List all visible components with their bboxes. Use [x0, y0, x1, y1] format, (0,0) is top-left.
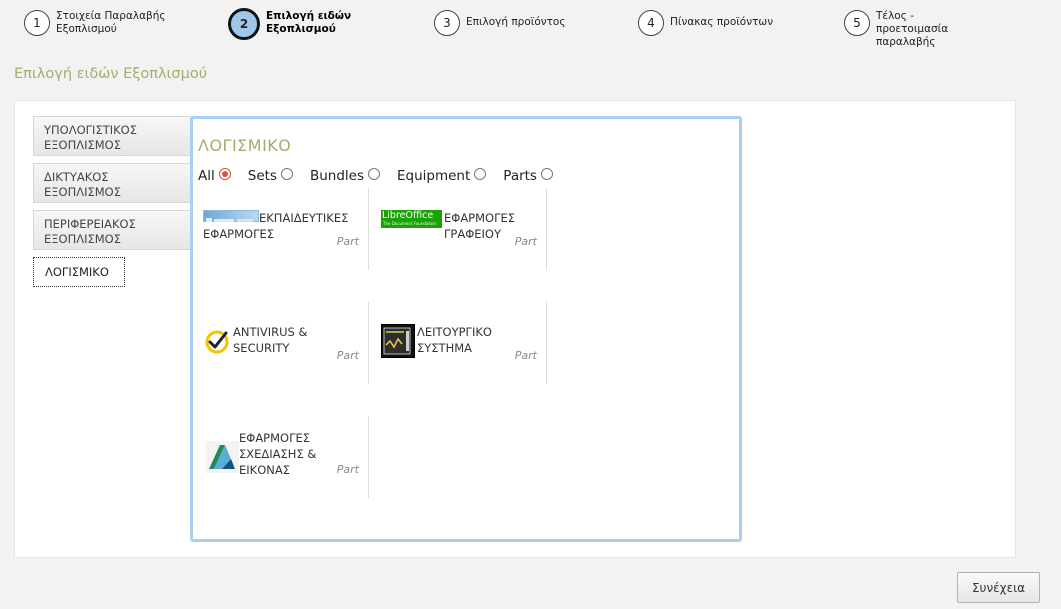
filter-all-radio[interactable]: [218, 168, 231, 180]
filter-sets-label: Sets: [247, 168, 277, 184]
step-4-label: Πίνακας προϊόντων: [670, 16, 774, 28]
filter-all-label: All: [198, 168, 215, 184]
step-5-label: Τέλος - προετοιμασία παραλαβής: [876, 10, 949, 48]
type-filter-group: All Sets Bundles Equipment Parts: [198, 168, 570, 184]
filter-sets-radio[interactable]: [280, 168, 293, 180]
product-type: Part: [336, 463, 359, 476]
step-3-label: Επιλογή προϊόντος: [466, 16, 566, 28]
product-name: ANTIVIRUS & SECURITY: [233, 325, 308, 355]
step-3: 3 Επιλογή προϊόντος: [434, 10, 596, 36]
step-4-number: 4: [638, 10, 664, 36]
filter-bundles-label: Bundles: [309, 168, 364, 184]
product-card-office[interactable]: LibreOffice The Document Foundation ΕΦΑΡ…: [371, 188, 547, 270]
step-5-number: 5: [844, 10, 870, 36]
operating-system-icon: [381, 324, 415, 358]
product-card-design[interactable]: ΕΦΑΡΜΟΓΕΣ ΣΧΕΔΙΑΣΗΣ & ΕΙΚΟΝΑΣ Part: [193, 416, 369, 498]
product-card-education[interactable]: ΕΚΠΑΙΔΕΥΤΙΚΕΣ ΕΦΑΡΜΟΓΕΣ Part: [193, 188, 369, 270]
step-4: 4 Πίνακας προϊόντων: [638, 10, 800, 36]
continue-button[interactable]: Συνέχεια: [957, 572, 1040, 603]
step-2-number: 2: [228, 8, 260, 40]
step-1: 1 Στοιχεία Παραλαβής Εξοπλισμού: [24, 10, 171, 36]
tab-peripheral-equipment[interactable]: ΠΕΡΙΦΕΡΕΙΑΚΟΣ ΕΞΟΠΛΙΣΜΟΣ: [33, 210, 191, 250]
product-name: ΕΦΑΡΜΟΓΕΣ ΣΧΕΔΙΑΣΗΣ & ΕΙΚΟΝΑΣ: [239, 431, 317, 477]
software-content-panel: ΛΟΓΙΣΜΙΚΟ All Sets Bundles Equipment Par…: [190, 116, 742, 542]
filter-all[interactable]: All: [198, 168, 231, 184]
content-title: ΛΟΓΙΣΜΙΚΟ: [198, 136, 292, 155]
design-software-logo: [205, 441, 239, 473]
product-type: Part: [336, 349, 359, 362]
filter-equipment[interactable]: Equipment: [397, 168, 487, 184]
tab-label: ΛΟΓΙΣΜΙΚΟ: [45, 265, 109, 279]
libreoffice-logo: LibreOffice The Document Foundation: [381, 210, 442, 228]
step-1-label: Στοιχεία Παραλαβής Εξοπλισμού: [56, 10, 166, 35]
step-2: 2 Επιλογή ειδών Εξοπλισμού: [228, 8, 361, 40]
product-name: ΛΕΙΤΟΥΡΓΙΚΟ ΣΥΣΤΗΜΑ: [417, 325, 492, 355]
step-1-number: 1: [24, 10, 50, 36]
filter-bundles[interactable]: Bundles: [310, 168, 380, 184]
antivirus-checkmark-icon: [205, 330, 229, 354]
filter-parts-radio[interactable]: [540, 168, 553, 180]
step-3-number: 3: [434, 10, 460, 36]
product-type: Part: [514, 349, 537, 362]
libreoffice-logo-text: LibreOffice: [382, 210, 434, 221]
filter-equipment-label: Equipment: [397, 168, 471, 184]
tab-label: ΔΙΚΤΥΑΚΟΣ ΕΞΟΠΛΙΣΜΟΣ: [44, 170, 121, 199]
libreoffice-logo-subtext: The Document Foundation: [383, 221, 437, 226]
filter-equipment-radio[interactable]: [474, 168, 487, 180]
step-5: 5 Τέλος - προετοιμασία παραλαβής: [844, 10, 981, 49]
filter-bundles-radio[interactable]: [368, 168, 380, 180]
product-type: Part: [514, 235, 537, 248]
tab-label: ΠΕΡΙΦΕΡΕΙΑΚΟΣ ΕΞΟΠΛΙΣΜΟΣ: [44, 217, 136, 246]
main-panel: ΥΠΟΛΟΓΙΣΤΙΚΟΣ ΕΞΟΠΛΙΣΜΟΣ ΔΙΚΤΥΑΚΟΣ ΕΞΟΠΛ…: [14, 100, 1016, 558]
step-2-label: Επιλογή ειδών Εξοπλισμού: [266, 10, 352, 35]
product-card-antivirus[interactable]: ANTIVIRUS & SECURITY Part: [193, 302, 369, 384]
tab-label: ΥΠΟΛΟΓΙΣΤΙΚΟΣ ΕΞΟΠΛΙΣΜΟΣ: [44, 123, 137, 152]
filter-parts-label: Parts: [503, 168, 537, 184]
filter-parts[interactable]: Parts: [503, 168, 553, 184]
progress-stepper: 1 Στοιχεία Παραλαβής Εξοπλισμού 2 Επιλογ…: [0, 0, 1061, 54]
product-card-os[interactable]: ΛΕΙΤΟΥΡΓΙΚΟ ΣΥΣΤΗΜΑ Part: [371, 302, 547, 384]
page-title: Επιλογή ειδών Εξοπλισμού: [14, 66, 208, 82]
filter-sets[interactable]: Sets: [248, 168, 293, 184]
tab-computer-equipment[interactable]: ΥΠΟΛΟΓΙΣΤΙΚΟΣ ΕΞΟΠΛΙΣΜΟΣ: [33, 116, 191, 156]
tab-software[interactable]: ΛΟΓΙΣΜΙΚΟ: [33, 257, 125, 287]
product-type: Part: [336, 235, 359, 248]
tab-network-equipment[interactable]: ΔΙΚΤΥΑΚΟΣ ΕΞΟΠΛΙΣΜΟΣ: [33, 163, 191, 203]
